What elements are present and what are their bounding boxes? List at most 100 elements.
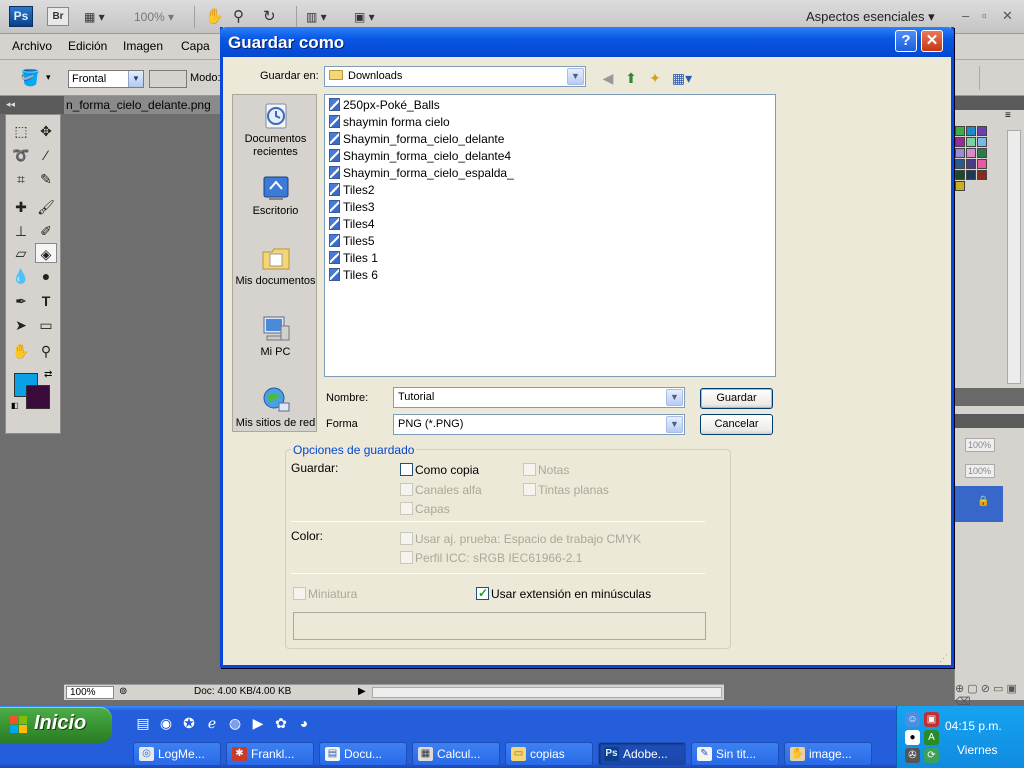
- blur-tool-icon[interactable]: 💧: [10, 266, 32, 286]
- opacity-field[interactable]: 100%: [965, 438, 995, 452]
- clock-time[interactable]: 04:15 p.m.: [945, 719, 1002, 733]
- pattern-picker[interactable]: [149, 70, 187, 88]
- status-expand-icon[interactable]: ▶: [358, 686, 366, 697]
- list-item[interactable]: Shaymin_forma_cielo_delante: [329, 131, 504, 147]
- list-item[interactable]: Tiles4: [329, 216, 375, 232]
- horizontal-scrollbar[interactable]: [372, 687, 722, 698]
- paint-bucket-tool-icon[interactable]: ◈: [35, 243, 57, 263]
- place-desktop[interactable]: Escritorio: [233, 173, 318, 218]
- swatch[interactable]: [977, 170, 987, 180]
- zoom-level-select[interactable]: 100% ▾: [134, 8, 174, 26]
- marquee-tool-icon[interactable]: ⬚: [10, 121, 32, 141]
- magic-wand-icon[interactable]: ⁄: [35, 145, 57, 165]
- history-brush-icon[interactable]: ✐: [35, 221, 57, 241]
- list-item[interactable]: Tiles 1: [329, 250, 378, 266]
- como-copia-checkbox[interactable]: [400, 463, 413, 476]
- swatch[interactable]: [966, 126, 976, 136]
- status-menu-icon[interactable]: ⊚: [119, 686, 127, 697]
- format-select[interactable]: PNG (*.PNG) ▼: [393, 414, 685, 435]
- collapse-panel-icon[interactable]: ◂◂: [6, 99, 15, 110]
- list-item[interactable]: shaymin forma cielo: [329, 114, 450, 130]
- close-icon[interactable]: ✕: [1002, 8, 1013, 24]
- dodge-tool-icon[interactable]: ●: [35, 266, 57, 286]
- quicklaunch-tool-icon[interactable]: ✿: [272, 714, 290, 732]
- quicklaunch-firefox-icon[interactable]: ◕: [295, 714, 313, 732]
- quicklaunch-show-desktop-icon[interactable]: ▤: [134, 714, 152, 732]
- dialog-titlebar[interactable]: Guardar como ? ✕: [220, 27, 954, 57]
- place-my-pc[interactable]: Mi PC: [233, 314, 318, 359]
- usar-extension-checkbox[interactable]: [476, 586, 489, 600]
- clone-stamp-icon[interactable]: ⊥: [10, 221, 32, 241]
- swatch[interactable]: [955, 170, 965, 180]
- eyedropper-icon[interactable]: ✎: [35, 169, 57, 189]
- task-copias-folder[interactable]: ▭ copias: [505, 742, 593, 766]
- tray-app-icon[interactable]: ▣: [924, 712, 939, 727]
- shape-tool-icon[interactable]: ▭: [35, 315, 57, 335]
- swatch[interactable]: [977, 148, 987, 158]
- background-color-swatch[interactable]: [26, 385, 50, 409]
- menu-edicion[interactable]: Edición: [68, 39, 107, 53]
- lasso-tool-icon[interactable]: ➰: [10, 145, 32, 165]
- new-folder-icon[interactable]: ✦: [646, 69, 664, 87]
- quicklaunch-app-icon[interactable]: ✪: [180, 714, 198, 732]
- quicklaunch-media-icon[interactable]: ◉: [157, 714, 175, 732]
- capas-checkbox[interactable]: [400, 502, 413, 515]
- swatch[interactable]: [966, 170, 976, 180]
- rotate-view-icon[interactable]: ↻: [263, 8, 276, 26]
- task-untitled[interactable]: ✎ Sin tit...: [691, 742, 779, 766]
- task-franklin[interactable]: ✱ Frankl...: [226, 742, 314, 766]
- tintas-planas-checkbox[interactable]: [523, 483, 536, 496]
- eraser-tool-icon[interactable]: ▱: [10, 243, 32, 263]
- notas-checkbox[interactable]: [523, 463, 536, 476]
- type-tool-icon[interactable]: T: [35, 291, 57, 311]
- tool-preset-dropdown[interactable]: ▾: [46, 72, 51, 83]
- file-name-input[interactable]: Tutorial ▼: [393, 387, 685, 408]
- list-item[interactable]: Shaymin_forma_cielo_espalda_: [329, 165, 514, 181]
- back-icon[interactable]: ◀: [599, 69, 617, 87]
- swatch[interactable]: [966, 148, 976, 158]
- healing-brush-icon[interactable]: ✚: [10, 197, 32, 217]
- save-in-combo[interactable]: Downloads ▼: [324, 66, 586, 87]
- tray-security-icon[interactable]: A: [924, 730, 939, 745]
- start-button[interactable]: Inicio: [0, 707, 112, 743]
- cancel-button[interactable]: Cancelar: [700, 414, 773, 435]
- restore-icon[interactable]: ▫: [982, 8, 987, 23]
- status-zoom-field[interactable]: 100%: [66, 686, 114, 699]
- quicklaunch-chrome-icon[interactable]: ◍: [226, 714, 244, 732]
- tray-settings-icon[interactable]: ✇: [905, 748, 920, 763]
- paint-bucket-icon[interactable]: 🪣: [20, 68, 40, 88]
- pen-tool-icon[interactable]: ✒: [10, 291, 32, 311]
- menu-archivo[interactable]: Archivo: [12, 39, 52, 53]
- task-image[interactable]: ✋ image...: [784, 742, 872, 766]
- move-tool-icon[interactable]: ✥: [35, 121, 57, 141]
- swatch[interactable]: [966, 137, 976, 147]
- resize-grip-icon[interactable]: ⋰: [939, 653, 949, 663]
- list-item[interactable]: Tiles2: [329, 182, 375, 198]
- swap-colors-icon[interactable]: ⇄: [44, 369, 52, 380]
- tray-update-icon[interactable]: ⟳: [924, 748, 939, 763]
- default-colors-icon[interactable]: ◧: [11, 401, 19, 410]
- canales-alfa-checkbox[interactable]: [400, 483, 413, 496]
- swatch[interactable]: [955, 148, 965, 158]
- miniatura-checkbox[interactable]: [293, 587, 306, 600]
- document-tab[interactable]: n_forma_cielo_delante.png: [64, 96, 222, 114]
- swatch[interactable]: [955, 126, 965, 136]
- panel-menu-icon[interactable]: ≡: [1005, 110, 1011, 121]
- hand-tool-icon[interactable]: ✋: [10, 341, 32, 361]
- task-adobe-photoshop[interactable]: Ps Adobe...: [598, 742, 686, 766]
- swatches-scrollbar[interactable]: [1007, 130, 1021, 384]
- path-selection-icon[interactable]: ➤: [10, 315, 32, 335]
- list-item[interactable]: Shaymin_forma_cielo_delante4: [329, 148, 511, 164]
- film-icon[interactable]: ▦ ▾: [84, 8, 105, 26]
- layer-row[interactable]: 🔒: [955, 486, 1003, 522]
- perfil-icc-checkbox[interactable]: [400, 551, 413, 564]
- bridge-button[interactable]: Br: [47, 7, 69, 26]
- place-recent[interactable]: Documentos recientes: [233, 101, 318, 159]
- swatch[interactable]: [977, 126, 987, 136]
- swatch[interactable]: [966, 159, 976, 169]
- minimize-icon[interactable]: –: [962, 8, 969, 23]
- quicklaunch-ie-icon[interactable]: ℯ: [203, 714, 221, 732]
- crop-tool-icon[interactable]: ⌗: [10, 169, 32, 189]
- fill-source-select[interactable]: Frontal ▼: [68, 70, 144, 88]
- hand-tool-icon[interactable]: ✋: [205, 8, 224, 26]
